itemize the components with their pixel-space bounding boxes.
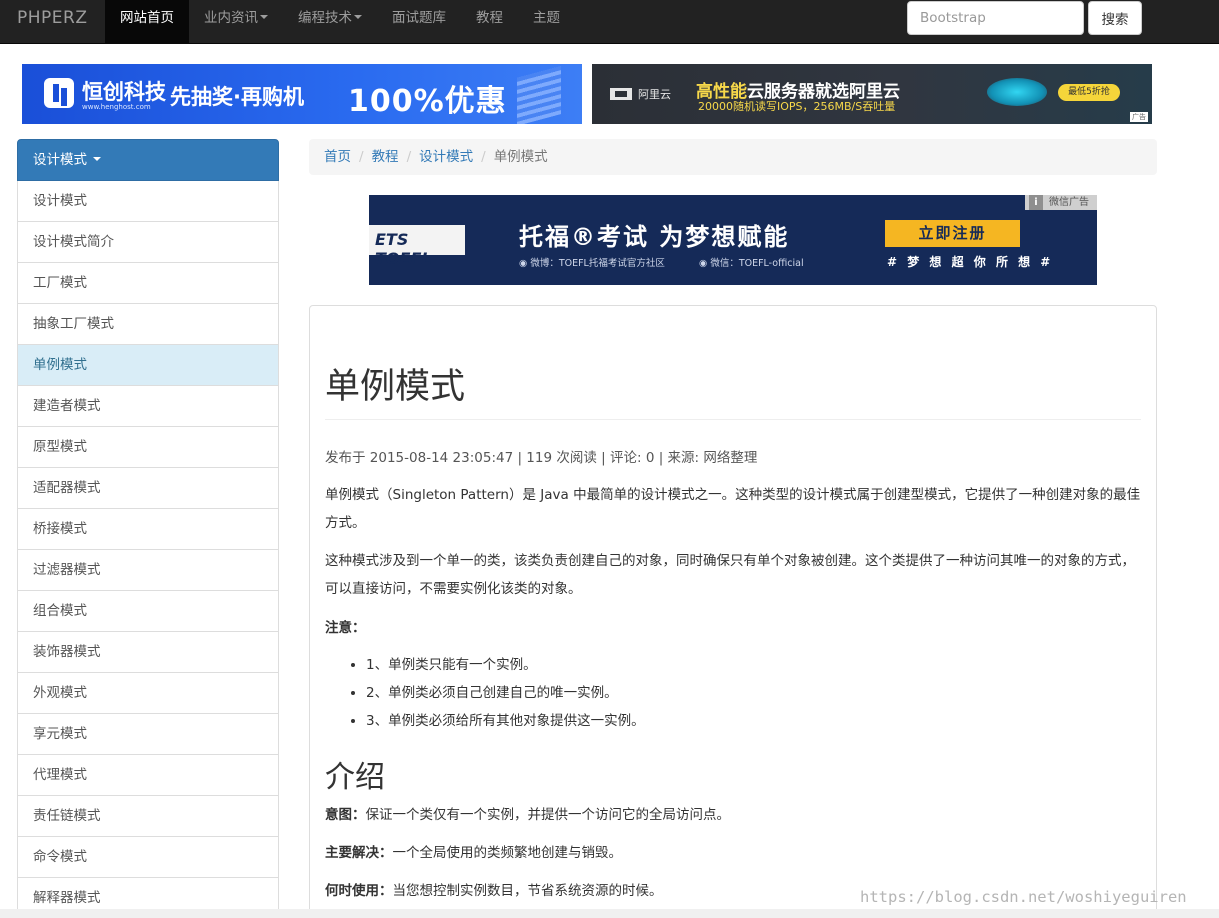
sidebar-item[interactable]: 抽象工厂模式 (17, 304, 279, 345)
breadcrumb-current: 单例模式 (493, 149, 548, 165)
article-panel: 单例模式 发布于 2015-08-14 23:05:47 | 119 次阅读 |… (309, 305, 1157, 918)
sidebar-item[interactable]: 原型模式 (17, 427, 279, 468)
caret-down-icon (260, 15, 268, 19)
sidebar-item[interactable]: 过滤器模式 (17, 550, 279, 591)
caret-down-icon (93, 157, 102, 161)
ad-tag: 广告 (1130, 112, 1148, 122)
list-item: 2、单例类必须自己创建自己的唯一实例。 (366, 679, 645, 707)
henghost-url: www.henghost.com (82, 103, 151, 111)
aliyun-logo-text: 阿里云 (638, 88, 671, 101)
henghost-slogan: 先抽奖·再购机 (170, 85, 304, 109)
caret-down-icon (354, 15, 362, 19)
sidebar-item[interactable]: 命令模式 (17, 837, 279, 878)
sidebar-item[interactable]: 代理模式 (17, 755, 279, 796)
toefl-slogan: # 梦 想 超 你 所 想 # (887, 255, 1054, 269)
nav-item-topics[interactable]: 主题 (518, 0, 575, 43)
sidebar-item[interactable]: 装饰器模式 (17, 632, 279, 673)
sidebar-item[interactable]: 责任链模式 (17, 796, 279, 837)
breadcrumb-link-home[interactable]: 首页 (324, 149, 351, 165)
toefl-weibo: ◉ 微博：TOEFL托福考试官方社区 (519, 258, 665, 269)
article-paragraph: 单例模式（Singleton Pattern）是 Java 中最简单的设计模式之… (325, 487, 1141, 531)
wechat-ad-tag[interactable]: i 微信广告 (1025, 195, 1097, 210)
nav-item-tutorials[interactable]: 教程 (461, 0, 518, 43)
csdn-watermark: https://blog.csdn.net/woshiyeguiren (860, 888, 1187, 906)
sidebar-item[interactable]: 外观模式 (17, 673, 279, 714)
info-icon[interactable]: i (1029, 195, 1043, 210)
sidebar-item[interactable]: 享元模式 (17, 714, 279, 755)
breadcrumb-separator: / (481, 149, 486, 165)
sidebar-item[interactable]: 组合模式 (17, 591, 279, 632)
search-button[interactable]: 搜索 (1088, 1, 1142, 35)
weibo-icon: ◉ (519, 258, 531, 269)
sidebar-item[interactable]: 适配器模式 (17, 468, 279, 509)
toefl-title: 托福®考试 为梦想赋能 (519, 223, 790, 251)
breadcrumb-link-tutorials[interactable]: 教程 (372, 149, 399, 165)
henghost-offer: 100%优惠 (348, 84, 507, 119)
site-brand[interactable]: PHPERZ (17, 0, 88, 44)
breadcrumb-separator: / (359, 149, 364, 165)
wechat-icon: ◉ (699, 258, 711, 269)
sidebar-menu: 设计模式 设计模式 设计模式简介 工厂模式 抽象工厂模式 单例模式 建造者模式 原型模式 适配… (17, 139, 279, 918)
nav-item-home[interactable]: 网站首页 (105, 0, 189, 43)
note-label: 注意： (325, 620, 366, 636)
article-title: 单例模式 (325, 367, 466, 407)
article-meta: 发布于 2015-08-14 23:05:47 | 119 次阅读 | 评论: … (325, 450, 758, 466)
sidebar-item[interactable]: 设计模式简介 (17, 222, 279, 263)
sidebar-item[interactable]: 设计模式 (17, 181, 279, 222)
toefl-ad-banner[interactable]: i 微信广告 ETS TOEFL 托福®考试 为梦想赋能 ◉ 微博：TOEFL托福… (369, 195, 1097, 285)
server-building-icon (517, 66, 561, 124)
list-item: 1、单例类只能有一个实例。 (366, 651, 645, 679)
breadcrumb-separator: / (406, 149, 412, 165)
cloud-server-icon (987, 78, 1047, 106)
intro-when-to-use: 何时使用：当您想控制实例数目，节省系统资源的时候。 (325, 883, 663, 899)
list-item: 3、单例类必须给所有其他对象提供这一实例。 (366, 707, 645, 735)
toefl-logo: ETS TOEFL (369, 225, 465, 268)
henghost-ad-banner[interactable]: 恒创科技 www.henghost.com 先抽奖·再购机 100%优惠 (22, 64, 582, 124)
henghost-brand: 恒创科技 (82, 80, 166, 104)
breadcrumb-link-design-patterns[interactable]: 设计模式 (419, 149, 473, 165)
sidebar-item[interactable]: 工厂模式 (17, 263, 279, 304)
article-paragraph: 这种模式涉及到一个单一的类，该类负责创建自己的对象，同时确保只有单个对象被创建。… (325, 553, 1135, 597)
nav-item-programming[interactable]: 编程技术 (283, 0, 377, 43)
nav-item-industry-news[interactable]: 业内资讯 (189, 0, 283, 43)
toefl-register-button[interactable]: 立即注册 (885, 220, 1020, 247)
title-divider (325, 419, 1141, 420)
aliyun-ad-banner[interactable]: 阿里云 高性能云服务器就选阿里云 20000随机读写IOPS，256MB/S吞吐… (592, 64, 1152, 124)
intro-intent: 意图：保证一个类仅有一个实例，并提供一个访问它的全局访问点。 (325, 807, 730, 823)
sidebar-dropdown-header[interactable]: 设计模式 (17, 139, 279, 181)
horizontal-scrollbar[interactable] (0, 909, 1219, 918)
henghost-logo-icon (44, 78, 74, 108)
aliyun-cta-button[interactable]: 最低5折抢 (1058, 84, 1120, 101)
breadcrumb: 首页 / 教程 / 设计模式 / 单例模式 (309, 139, 1157, 175)
search-input[interactable] (907, 1, 1084, 35)
toefl-wechat: ◉ 微信：TOEFL-official (699, 258, 804, 269)
sidebar-item[interactable]: 桥接模式 (17, 509, 279, 550)
intro-main-problem: 主要解决：一个全局使用的类频繁地创建与销毁。 (325, 845, 622, 861)
nav-item-interview-questions[interactable]: 面试题库 (377, 0, 461, 43)
sidebar-item[interactable]: 单例模式 (17, 345, 279, 386)
section-title-intro: 介绍 (325, 760, 385, 795)
main-nav: 网站首页 业内资讯 编程技术 面试题库 教程 主题 (105, 0, 575, 43)
aliyun-logo-icon (610, 88, 632, 100)
sidebar-item[interactable]: 建造者模式 (17, 386, 279, 427)
top-navbar: PHPERZ 网站首页 业内资讯 编程技术 面试题库 教程 主题 搜索 (0, 0, 1219, 44)
aliyun-subline: 20000随机读写IOPS，256MB/S吞吐量 (698, 100, 896, 113)
notes-list: 1、单例类只能有一个实例。 2、单例类必须自己创建自己的唯一实例。 3、单例类必… (350, 651, 645, 735)
